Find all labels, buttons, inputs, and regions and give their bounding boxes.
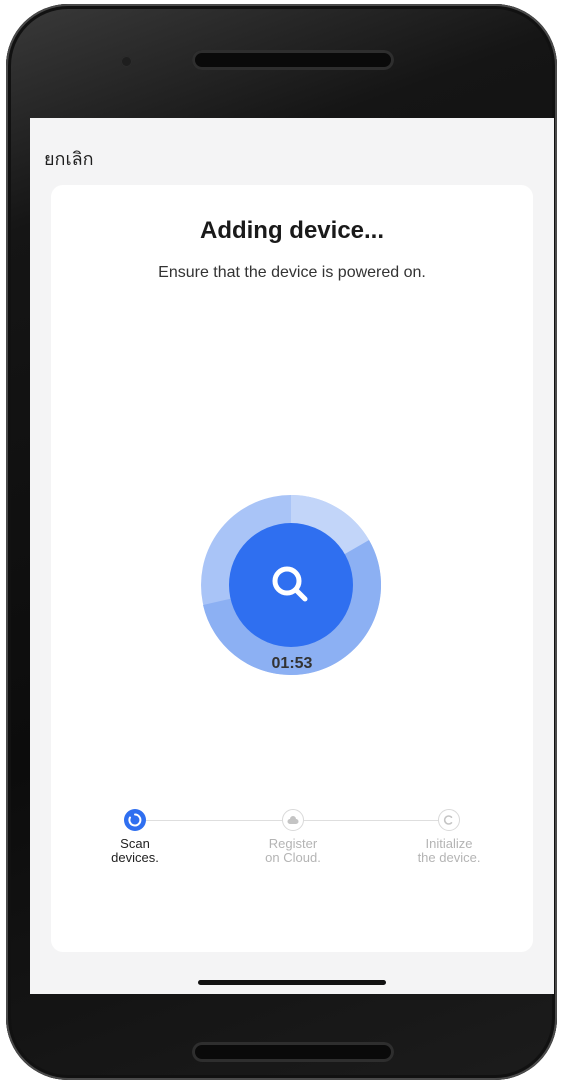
scanning-animation: [201, 494, 382, 676]
spinner-icon: [124, 809, 146, 831]
countdown-timer: 01:53: [271, 655, 313, 672]
app-screen: ยกเลิก Adding device... Ensure that the …: [30, 118, 554, 994]
cancel-button[interactable]: ยกเลิก: [44, 144, 94, 173]
page-title: Adding device...: [199, 217, 385, 244]
cloud-icon: [282, 809, 304, 831]
earpiece-speaker: [192, 50, 394, 70]
scan-core: [229, 523, 353, 647]
step-label: Scan devices.: [111, 836, 159, 865]
c-circle-icon: [438, 809, 460, 831]
step-label: Initialize the device.: [417, 836, 481, 865]
page-subtitle: Ensure that the device is powered on.: [158, 264, 426, 281]
home-indicator[interactable]: [198, 980, 386, 985]
adding-device-card: Adding device... Ensure that the device …: [51, 185, 533, 952]
step-register-cloud: Register on Cloud.: [233, 809, 353, 865]
step-initialize-device: Initialize the device.: [389, 809, 509, 865]
step-label: Register on Cloud.: [265, 836, 321, 865]
bottom-speaker: [192, 1042, 394, 1062]
front-camera: [121, 56, 132, 67]
phone-frame: ยกเลิก Adding device... Ensure that the …: [6, 4, 557, 1080]
step-scan-devices: Scan devices.: [75, 809, 195, 865]
